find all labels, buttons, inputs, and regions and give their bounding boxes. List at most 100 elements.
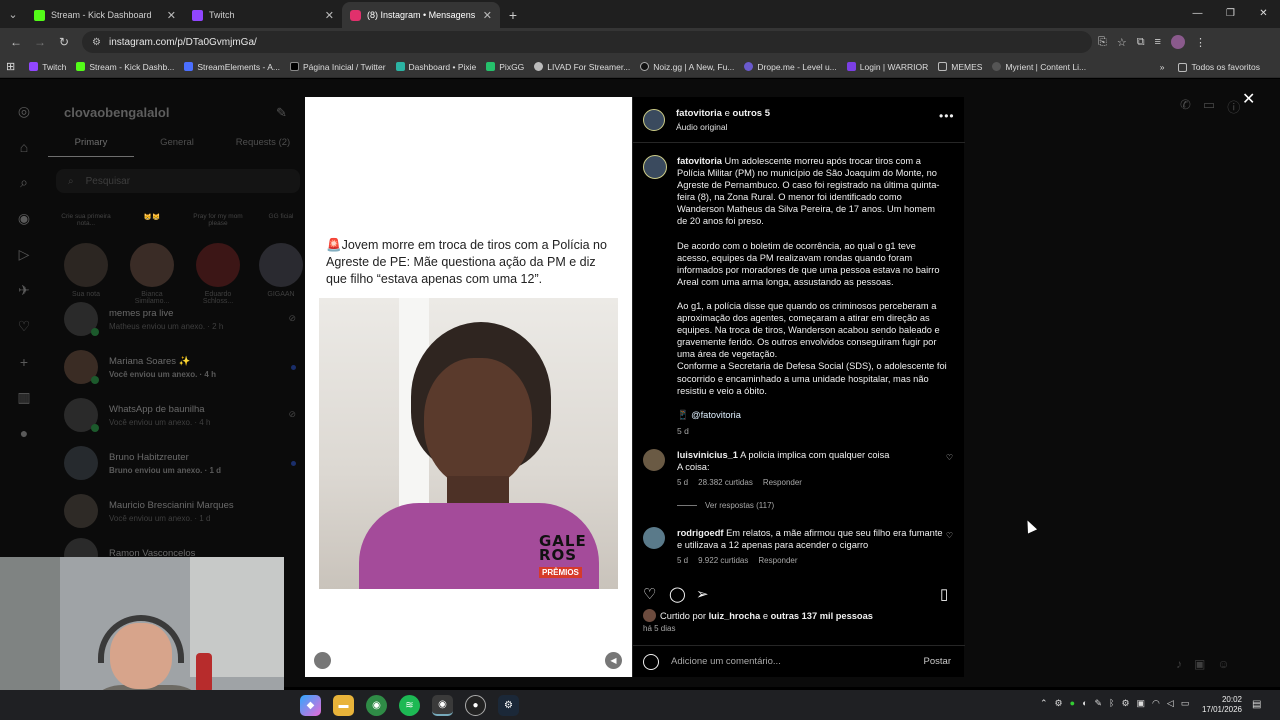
tray-app-icon[interactable]: ◐: [1082, 698, 1087, 709]
conversation-item[interactable]: WhatsApp de baunilha Você enviou um anexo…: [64, 391, 304, 439]
notifications-icon[interactable]: ♡: [18, 318, 31, 335]
obs-icon[interactable]: ●: [465, 695, 486, 716]
media-icon[interactable]: ≡: [1155, 36, 1161, 48]
taskbar-clock[interactable]: 20:02 17/01/2026: [1196, 695, 1242, 715]
new-message-icon[interactable]: ✎: [276, 105, 287, 121]
image-icon[interactable]: ▣: [1194, 657, 1205, 671]
chrome-icon[interactable]: ◉: [366, 695, 387, 716]
tab-instagram[interactable]: (8) Instagram • Mensagens ✕: [342, 2, 500, 28]
save-icon[interactable]: ▯: [940, 585, 948, 603]
bookmark-item[interactable]: Stream - Kick Dashb...: [76, 62, 174, 72]
wifi-icon[interactable]: ◠: [1152, 698, 1160, 709]
profile-icon[interactable]: ●: [20, 425, 28, 441]
bookmark-item[interactable]: LIVAD For Streamer...: [534, 62, 630, 72]
audio-label[interactable]: Áudio original: [676, 122, 728, 132]
conversation-item[interactable]: memes pra live Matheus enviou um anexo. ·…: [64, 295, 304, 343]
mic-icon[interactable]: ♪: [1176, 657, 1182, 671]
more-bookmarks-icon[interactable]: »: [1160, 62, 1165, 72]
search-icon[interactable]: ⌕: [20, 174, 28, 191]
avatar[interactable]: [643, 527, 665, 549]
forward-icon[interactable]: →: [28, 35, 52, 49]
like-icon[interactable]: ♡: [643, 585, 656, 603]
tab-twitch[interactable]: Twitch ✕: [184, 2, 342, 28]
bookmark-item[interactable]: Dashboard • Pixie: [395, 62, 476, 72]
reels-icon[interactable]: ▷: [19, 246, 30, 263]
spotify-icon[interactable]: ≋: [399, 695, 420, 716]
note-item[interactable]: Crie sua primeira nota... Sua nota: [60, 213, 112, 298]
url-field[interactable]: ⚙ instagram.com/p/DTa0GvmjmGa/: [82, 31, 1092, 53]
comment-user[interactable]: rodrigoedf: [677, 528, 723, 538]
bookmark-item[interactable]: PixGG: [486, 62, 524, 72]
all-bookmarks[interactable]: Todos os favoritos: [1178, 62, 1260, 72]
like-comment-icon[interactable]: ♡: [946, 453, 953, 462]
copilot-icon[interactable]: ◆: [300, 695, 321, 716]
battery-icon[interactable]: ▭: [1181, 698, 1190, 709]
post-authors[interactable]: fatovitoria e outros 5: [676, 108, 770, 119]
comment-likes[interactable]: 9.922 curtidas: [698, 556, 748, 565]
tab-requests[interactable]: Requests (2): [220, 137, 306, 157]
profile-avatar[interactable]: [1170, 35, 1185, 49]
site-info-icon[interactable]: ⚙: [92, 37, 101, 48]
liked-others[interactable]: outras 137 mil pessoas: [771, 611, 873, 621]
more-options-icon[interactable]: •••: [939, 109, 955, 123]
bookmark-item[interactable]: Login | WARRIOR: [846, 62, 928, 72]
restore-icon[interactable]: ❐: [1214, 0, 1247, 28]
post-comment-button[interactable]: Postar: [924, 656, 951, 667]
caption-author[interactable]: fatovitoria: [677, 156, 722, 166]
tray-chevron-icon[interactable]: ⌃: [1040, 698, 1048, 709]
tab-kick[interactable]: Stream - Kick Dashboard ✕: [26, 2, 184, 28]
comment-icon[interactable]: ◯: [669, 585, 686, 603]
dm-username[interactable]: clovaobengalalol: [64, 105, 169, 120]
like-comment-icon[interactable]: ♡: [946, 531, 953, 540]
conversation-item[interactable]: Mauricio Brescianini Marques Você enviou …: [64, 487, 304, 535]
apps-icon[interactable]: ⊞: [6, 60, 15, 73]
close-icon[interactable]: ✕: [167, 9, 176, 22]
bluetooth-icon[interactable]: ᛒ: [1109, 698, 1114, 709]
tray-device-icon[interactable]: ▣: [1137, 698, 1146, 709]
notifications-icon[interactable]: ▤: [1252, 699, 1261, 710]
install-icon[interactable]: ⎘: [1098, 36, 1107, 49]
home-icon[interactable]: ⌂: [20, 139, 28, 155]
instagram-logo-icon[interactable]: ◎: [18, 103, 30, 120]
tab-search-icon[interactable]: ⌄: [0, 0, 26, 28]
new-tab-button[interactable]: +: [500, 2, 526, 28]
back-icon[interactable]: ←: [4, 35, 28, 49]
tray-steam-icon[interactable]: ⚙: [1055, 698, 1063, 709]
view-replies-button[interactable]: Ver respostas (117): [677, 501, 774, 510]
tab-primary[interactable]: Primary: [48, 137, 134, 157]
avatar[interactable]: [643, 449, 665, 471]
bookmark-item[interactable]: StreamElements - A...: [184, 62, 280, 72]
conversation-item[interactable]: Mariana Soares ✨ Você enviou um anexo. · …: [64, 343, 304, 391]
sticker-icon[interactable]: ☺: [1217, 657, 1229, 671]
reload-icon[interactable]: ↻: [52, 35, 76, 49]
bookmark-item[interactable]: Myrient | Content Li...: [992, 62, 1086, 72]
tray-gear-icon[interactable]: ⚙: [1121, 698, 1129, 709]
close-modal-icon[interactable]: ✕: [1242, 89, 1255, 109]
tray-green-icon[interactable]: ●: [1070, 698, 1075, 709]
file-explorer-icon[interactable]: ▬: [333, 695, 354, 716]
extensions-icon[interactable]: ⧉: [1137, 36, 1145, 49]
close-window-icon[interactable]: ✕: [1247, 0, 1280, 28]
comment-input[interactable]: Adicione um comentário...: [671, 656, 924, 667]
bookmark-star-icon[interactable]: ☆: [1117, 36, 1127, 49]
create-icon[interactable]: +: [20, 354, 28, 370]
bookmark-item[interactable]: Drope.me - Level u...: [744, 62, 837, 72]
comment-likes[interactable]: 28.382 curtidas: [698, 478, 753, 487]
bookmark-item[interactable]: Twitch: [29, 62, 66, 72]
dashboard-icon[interactable]: ▥: [17, 389, 30, 406]
dm-search-input[interactable]: ⌕ Pesquisar: [56, 169, 300, 193]
share-icon[interactable]: ➢: [696, 585, 709, 603]
minimize-icon[interactable]: —: [1181, 0, 1214, 28]
explore-icon[interactable]: ◉: [18, 210, 30, 227]
close-icon[interactable]: ✕: [325, 9, 334, 22]
chrome-active-icon[interactable]: ◉: [432, 695, 453, 716]
comment-user[interactable]: luisvinicius_1: [677, 450, 738, 460]
bookmark-item[interactable]: MEMES: [938, 62, 982, 72]
volume-icon[interactable]: ◁: [1167, 698, 1174, 709]
bookmark-item[interactable]: Noiz.gg | A New, Fu...: [640, 62, 734, 72]
reply-button[interactable]: Responder: [758, 556, 797, 565]
steam-icon[interactable]: ⚙: [498, 695, 519, 716]
liked-user[interactable]: luiz_hrocha: [709, 611, 761, 621]
tagged-users-icon[interactable]: [314, 652, 331, 669]
messages-icon[interactable]: ✈: [18, 282, 30, 299]
